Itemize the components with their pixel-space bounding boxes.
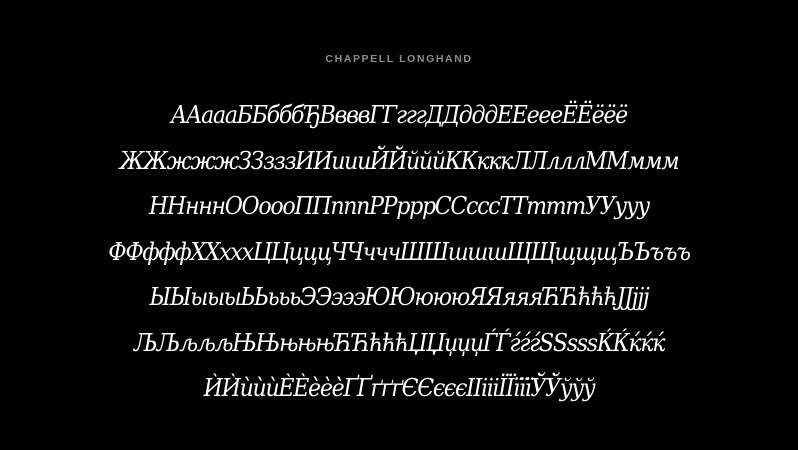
- font-name-title: CHAPPELL LONGHAND: [325, 53, 473, 65]
- glyph-row-2: ЖЖжжжЗЗзззИИиииЙЙйййККкккЛЛлллММммм: [119, 146, 680, 175]
- glyph-row-6: ЉЉљљљЊЊњњњЋЋћћћЏЏџџџЃЃѓѓѓЅЅѕѕѕЌЌќќќ: [133, 328, 666, 357]
- glyph-row-1: AАаааББбббЂВвввГГгггДДдддЕЕееeЁЁёёё: [171, 101, 628, 129]
- specimen-canvas: CHAPPELL LONGHAND AАаааББбббЂВвввГГгггДД…: [0, 0, 798, 450]
- glyph-row-3: ННнннООоооППпппРРрррСCсссТТтттУУууу: [149, 192, 650, 220]
- glyph-row-4: ФФфффХХхххЦЦцццЧЧчччШШшшшЩЩщщщЪЪъъъ: [108, 237, 691, 266]
- glyph-specimen: AАаааББбббЂВвввГГгггДДдддЕЕееeЁЁёёё ЖЖжж…: [0, 93, 798, 412]
- glyph-row-5: ЫЫыыыЬЬьььЭЭэээЮЮюююЯЯяяяЋЋћћћЈЈјјј: [149, 283, 650, 311]
- glyph-row-7: ЍЍѝѝѝЀЀѐѐѐҐҐґґґЄЄєєєІІіііЇЇїїїЎЎўўў: [203, 374, 596, 402]
